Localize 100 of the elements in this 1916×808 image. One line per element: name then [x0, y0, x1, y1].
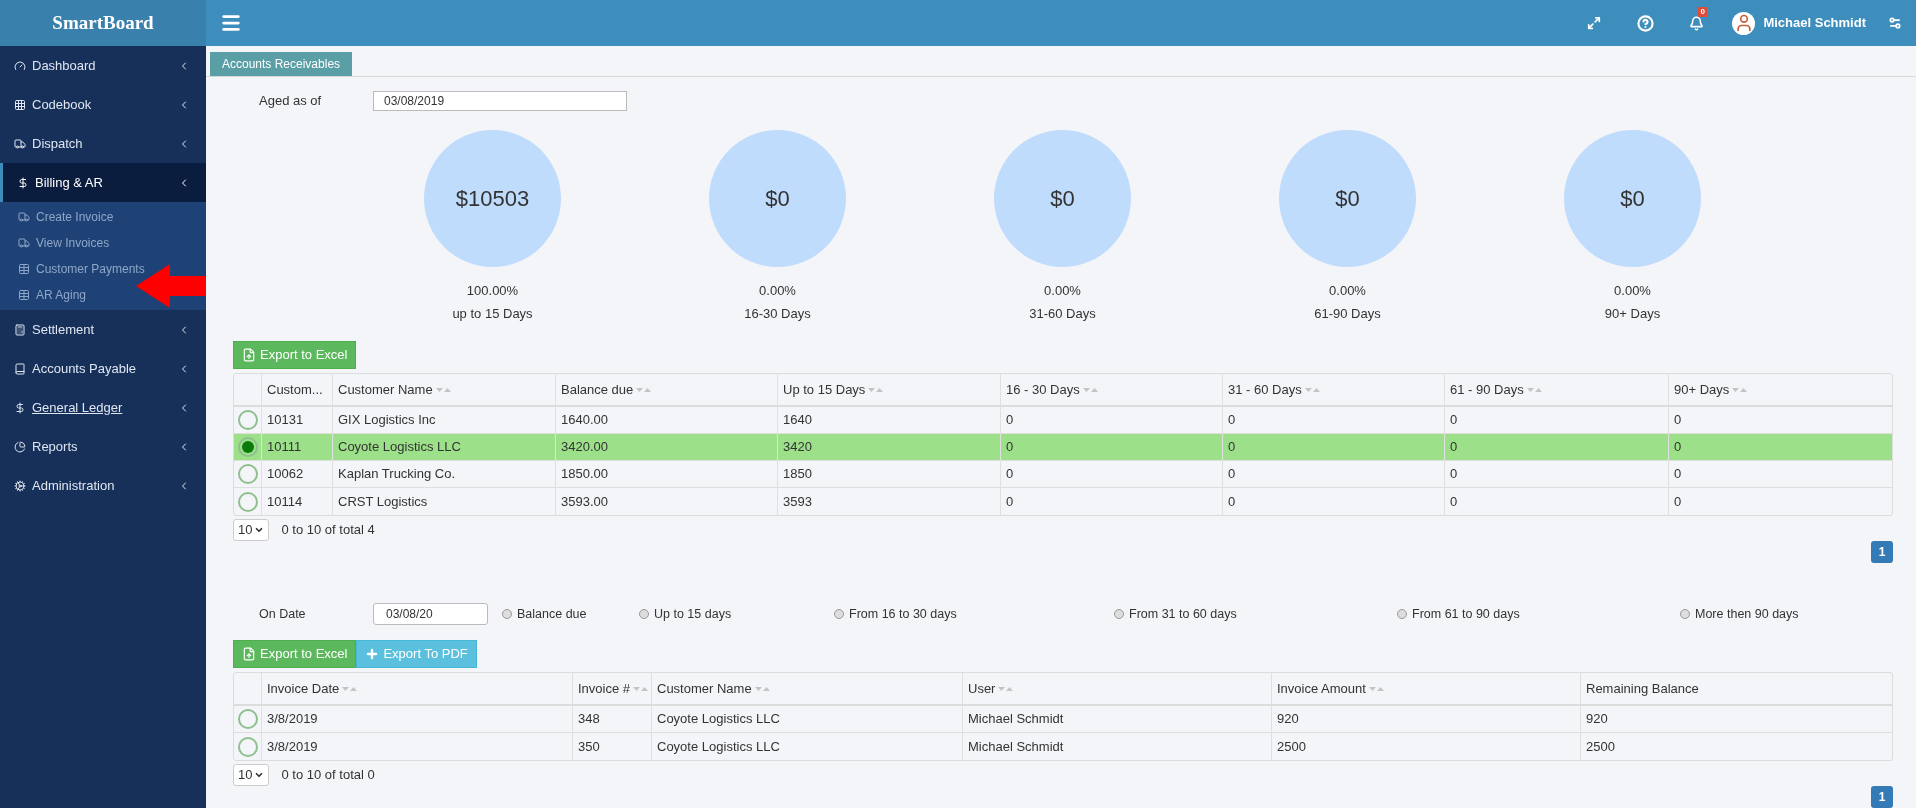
dollar-icon: [17, 176, 29, 189]
submenu-item[interactable]: Create Invoice: [18, 208, 114, 226]
column-header[interactable]: Up to 15 Days: [778, 374, 1001, 405]
column-header[interactable]: Customer Name: [652, 673, 963, 704]
row-radio[interactable]: [237, 437, 258, 457]
caret-icon: [254, 525, 265, 535]
aging-amount: $10503: [455, 185, 530, 213]
aging-amount: $0: [1620, 185, 1645, 213]
page-button[interactable]: 1: [1871, 786, 1893, 808]
column-header[interactable]: Custom...: [262, 374, 333, 405]
truck-icon: [18, 211, 30, 223]
table-cell-text: 348: [578, 710, 600, 729]
sort-icon[interactable]: [1304, 386, 1321, 393]
aging-amount: $0: [1050, 185, 1075, 213]
table-cell-text: 350: [578, 737, 600, 756]
pagination-summary: 0 to 10 of total 0: [281, 766, 375, 785]
table-cell-text: 0: [1674, 465, 1682, 484]
sort-icon[interactable]: [1526, 386, 1543, 393]
sort-icon[interactable]: [636, 386, 653, 393]
page-size-select[interactable]: 10: [233, 519, 270, 541]
submenu-item[interactable]: Customer Payments: [18, 260, 145, 278]
table-cell-text: 0: [1674, 438, 1682, 457]
sidebar-item[interactable]: Dashboard: [0, 46, 206, 85]
sort-icon[interactable]: [998, 685, 1015, 692]
date-field[interactable]: 03/08/20: [373, 603, 488, 625]
sort-icon[interactable]: [868, 386, 885, 393]
pie-chart-icon: [14, 440, 26, 453]
sort-icon[interactable]: [342, 685, 359, 692]
filter-radio[interactable]: More then 90 days: [1680, 604, 1840, 624]
sidebar-item[interactable]: Dispatch: [0, 124, 206, 163]
aging-percent: 0.00%: [1044, 282, 1081, 300]
column-header[interactable]: Invoice Date: [262, 673, 573, 704]
table-cell-text: 3593.00: [561, 492, 608, 511]
settings-icon[interactable]: [1888, 16, 1902, 30]
sidebar-item[interactable]: General Ledger: [0, 388, 206, 427]
bell-icon[interactable]: [1689, 15, 1705, 31]
column-header[interactable]: Remaining Balance: [1581, 673, 1892, 704]
table-cell-text: 920: [1277, 710, 1299, 729]
plus-icon: [365, 647, 380, 661]
table-row[interactable]: 10114 CRST Logistics 3593.00 3593 0 0 0 0: [234, 488, 1892, 515]
sidebar-item[interactable]: Settlement: [0, 310, 206, 349]
page-size-select[interactable]: 10: [233, 764, 270, 786]
column-header[interactable]: 90+ Days: [1669, 374, 1892, 405]
table-cell-text: 3593: [783, 492, 812, 511]
sort-icon[interactable]: [754, 685, 771, 692]
sidebar-item[interactable]: Administration: [0, 466, 206, 505]
row-radio[interactable]: [237, 709, 258, 729]
page-button[interactable]: 1: [1871, 541, 1893, 563]
table-row[interactable]: 3/8/2019 348 Coyote Logistics LLC Michael Schmidt 920 920: [234, 706, 1892, 733]
user-avatar[interactable]: [1732, 11, 1756, 35]
menu-icon[interactable]: [220, 12, 242, 34]
filter-radio[interactable]: From 31 to 60 days: [1114, 604, 1397, 624]
date-field[interactable]: 03/08/2019: [373, 91, 627, 111]
column-header[interactable]: 16 - 30 Days: [1001, 374, 1223, 405]
table-cell-text: 2500: [1277, 737, 1306, 756]
sort-icon[interactable]: [1368, 685, 1385, 692]
row-radio[interactable]: [237, 736, 258, 757]
table-cell-text: Michael Schmidt: [968, 710, 1064, 729]
table-cell-text: 920: [1586, 710, 1608, 729]
column-header[interactable]: Invoice #: [573, 673, 652, 704]
column-header[interactable]: User: [963, 673, 1272, 704]
aging-percent: 0.00%: [1329, 282, 1366, 300]
table-cell-text: Coyote Logistics LLC: [657, 710, 780, 729]
user-name[interactable]: Michael Schmidt: [1763, 13, 1866, 33]
sidebar-item[interactable]: Accounts Payable: [0, 349, 206, 388]
filter-radio[interactable]: From 16 to 30 days: [834, 604, 1114, 624]
sidebar-item[interactable]: Codebook: [0, 85, 206, 124]
dollar-icon: [14, 401, 26, 414]
submenu-item[interactable]: AR Aging: [18, 286, 87, 304]
table-cell-text: 0: [1450, 465, 1458, 484]
table-cell-text: 1850.00: [561, 465, 608, 484]
table-row[interactable]: 10062 Kaplan Trucking Co. 1850.00 1850 0 0 0 0: [234, 461, 1892, 488]
filter-radio[interactable]: Up to 15 days: [639, 604, 834, 624]
column-header[interactable]: Invoice Amount: [1272, 673, 1581, 704]
row-radio[interactable]: [237, 410, 258, 430]
help-icon[interactable]: [1637, 14, 1655, 32]
table-row[interactable]: 10111 Coyote Logistics LLC 3420.00 3420 0 0 0 0: [234, 434, 1892, 461]
sort-icon[interactable]: [1732, 386, 1749, 393]
fullscreen-icon[interactable]: [1587, 16, 1602, 30]
row-radio[interactable]: [237, 464, 258, 484]
filter-radio[interactable]: From 61 to 90 days: [1397, 604, 1680, 624]
sort-icon[interactable]: [435, 386, 452, 393]
aging-period: 31-60 Days: [1029, 304, 1096, 323]
column-header[interactable]: 61 - 90 Days: [1445, 374, 1669, 405]
aging-amount: $0: [1335, 185, 1360, 213]
submenu-item[interactable]: View Invoices: [18, 234, 110, 252]
truck-icon: [18, 237, 30, 249]
filter-radio[interactable]: Balance due: [502, 604, 639, 624]
sort-icon[interactable]: [1082, 386, 1099, 393]
column-header[interactable]: Customer Name: [333, 374, 556, 405]
calculator-icon: [14, 323, 26, 336]
sidebar-item[interactable]: Billing & AR: [0, 163, 206, 202]
notification-badge: 0: [1698, 6, 1707, 17]
column-header[interactable]: 31 - 60 Days: [1223, 374, 1445, 405]
row-radio[interactable]: [237, 491, 258, 512]
sidebar-item[interactable]: Reports: [0, 427, 206, 466]
table-row[interactable]: 3/8/2019 350 Coyote Logistics LLC Michael Schmidt 2500 2500: [234, 733, 1892, 760]
sort-icon[interactable]: [633, 685, 650, 692]
gauge-icon: [14, 59, 26, 72]
column-header[interactable]: Balance due: [556, 374, 778, 405]
